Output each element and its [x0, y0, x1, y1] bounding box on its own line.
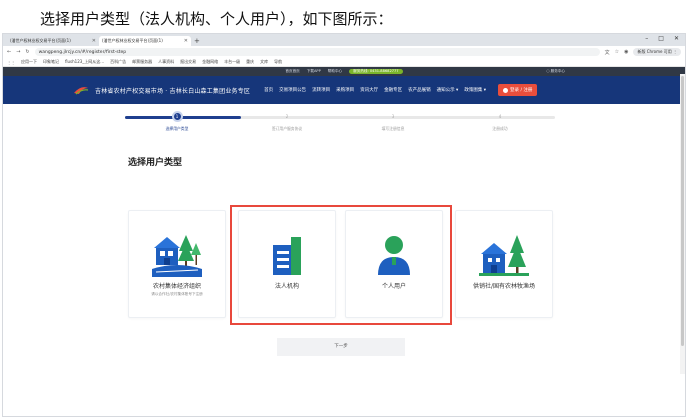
window-controls: – □ ✕ — [645, 35, 679, 42]
translate-icon[interactable]: 文 — [605, 49, 610, 56]
section-title: 选择用户类型 — [128, 158, 183, 168]
bookmark-item[interactable]: 人事资料 — [158, 59, 174, 65]
bookmark-item[interactable]: 导航 — [274, 59, 282, 65]
document-caption: 选择用户类型（法人机构、个人用户），如下图所示： — [40, 10, 393, 28]
site-logo-icon — [74, 87, 89, 95]
scrollbar[interactable] — [680, 74, 685, 374]
reload-icon[interactable]: ↻ — [25, 49, 29, 55]
step-2: 2 签订用户服务协议 — [257, 110, 317, 132]
back-icon[interactable]: ← — [7, 49, 11, 55]
step-label: 填写注册信息 — [381, 126, 405, 131]
selection-highlight-box — [230, 205, 452, 325]
bookmark-item[interactable]: 应用一下 — [21, 59, 37, 65]
login-register-button[interactable]: 登录 / 注册 — [498, 84, 538, 96]
step-number: 2 — [285, 114, 289, 119]
nav-item[interactable]: 政策图集 ▾ — [464, 87, 486, 93]
bookmark-item[interactable]: 重庆 — [246, 59, 254, 65]
user-type-card-forest-farm[interactable]: 供销社/国有农林牧渔场 — [455, 210, 553, 318]
bookmark-item[interactable]: 报出交易 — [180, 59, 196, 65]
nav-item[interactable]: 流转项目 — [312, 87, 330, 93]
bookmark-item[interactable]: flush123_上网从这... — [65, 59, 104, 65]
star-icon[interactable]: ☆ — [615, 49, 619, 55]
step-number: 3 — [391, 114, 395, 119]
close-icon[interactable]: ✕ — [184, 38, 188, 44]
site-title: 吉林省农村产权交易市场 · 吉林长白山森工集团业务专区 — [95, 87, 251, 95]
close-window-button[interactable]: ✕ — [674, 35, 679, 42]
bookmark-item[interactable]: 文库 — [260, 59, 268, 65]
bookmarks-bar: ⋮⋮ 应用一下 印象笔记 flush123_上网从这... 百科广告 邮票服务器… — [3, 58, 685, 67]
maximize-button[interactable]: □ — [658, 35, 664, 42]
hotline-badge: 服务热线: 0431-88682777 — [349, 69, 403, 74]
step-label: 选择用户类型 — [165, 126, 189, 131]
scrollbar-thumb[interactable] — [681, 76, 684, 346]
browser-tab-2[interactable]: (潘世产权林业权交易平台)页面(1) ✕ — [99, 36, 191, 46]
step-number: 4 — [498, 114, 502, 119]
top-link[interactable]: 下载APP — [307, 69, 321, 74]
step-4: 4 注册成功 — [470, 110, 530, 132]
minimize-button[interactable]: – — [645, 35, 648, 42]
bookmark-item[interactable]: 百科广告 — [110, 59, 126, 65]
registration-steps: 1 选择用户类型 2 签订用户服务协议 3 填写注册信息 4 注册成功 — [125, 110, 555, 140]
top-link[interactable]: 帮助中心 — [328, 69, 342, 74]
forward-icon[interactable]: → — [16, 49, 20, 55]
tab-strip: (潘世产权林业权交易平台)页面(1) ✕ (潘世产权林业权交易平台)页面(1) ✕ … — [3, 34, 685, 46]
step-label: 签订用户服务协议 — [271, 126, 303, 131]
new-tab-button[interactable]: + — [194, 36, 200, 46]
apps-icon[interactable]: ⋮⋮ — [7, 60, 15, 65]
user-icon — [503, 87, 509, 93]
nav-item[interactable]: 交易项目公告 — [279, 87, 306, 93]
card-title: 供销社/国有农林牧渔场 — [472, 283, 536, 290]
card-description: 请以合作社/农村集体账号下注册 — [151, 292, 203, 296]
login-label: 登录 / 注册 — [510, 88, 533, 93]
nav-item[interactable]: 采购项目 — [336, 87, 354, 93]
card-title: 农村集体经济组织 — [152, 283, 201, 290]
close-icon[interactable]: ✕ — [92, 38, 96, 44]
nav-item[interactable]: 资讯大厅 — [360, 87, 378, 93]
nav-item[interactable]: 通知公示 ▾ — [437, 87, 459, 93]
profile-icon[interactable]: ◉ — [624, 49, 628, 55]
next-step-button[interactable]: 下一步 — [277, 338, 405, 356]
main-nav: 首页 交易项目公告 流转项目 采购项目 资讯大厅 金融专区 农产品展销 通知公示… — [264, 87, 486, 93]
bookmark-item[interactable]: 丰台一级 — [224, 59, 240, 65]
browser-tab-1[interactable]: (潘世产权林业权交易平台)页面(1) ✕ — [7, 36, 99, 46]
address-bar-row: ← → ↻ wangpeng.jlrcjy.cn/#/register/firs… — [3, 46, 685, 58]
nav-item[interactable]: 金融专区 — [384, 87, 402, 93]
tab-title: (潘世产权林业权交易平台)页面(1) — [102, 38, 163, 43]
top-link[interactable]: 首页首页 — [285, 69, 299, 74]
nav-item[interactable]: 首页 — [264, 87, 273, 93]
rural-collective-icon — [129, 231, 225, 279]
bookmark-item[interactable]: 印象笔记 — [43, 59, 59, 65]
url-input[interactable]: wangpeng.jlrcjy.cn/#/register/first-step — [34, 48, 600, 56]
user-type-card-rural-collective[interactable]: 农村集体经济组织 请以合作社/农村集体账号下注册 — [128, 210, 226, 318]
bookmark-item[interactable]: 邮票服务器 — [132, 59, 152, 65]
service-center-link[interactable]: ○ 服务中心 — [546, 69, 565, 74]
bookmark-item[interactable]: 金融网络 — [202, 59, 218, 65]
tab-title: (潘世产权林业权交易平台)页面(1) — [10, 38, 71, 43]
step-number: 1 — [171, 111, 183, 122]
nav-item[interactable]: 农产品展销 — [408, 87, 431, 93]
step-1: 1 选择用户类型 — [147, 110, 207, 132]
chrome-update-button[interactable]: 新版 Chrome 可用 ⋮ — [633, 48, 681, 56]
step-label: 注册成功 — [492, 126, 508, 131]
forest-farm-icon — [456, 231, 552, 279]
step-3: 3 填写注册信息 — [363, 110, 423, 132]
site-header: 吉林省农村产权交易市场 · 吉林长白山森工集团业务专区 首页 交易项目公告 流转… — [3, 76, 685, 104]
site-top-bar: 首页首页 下载APP 帮助中心 服务热线: 0431-88682777 ○ 服务… — [3, 67, 685, 76]
